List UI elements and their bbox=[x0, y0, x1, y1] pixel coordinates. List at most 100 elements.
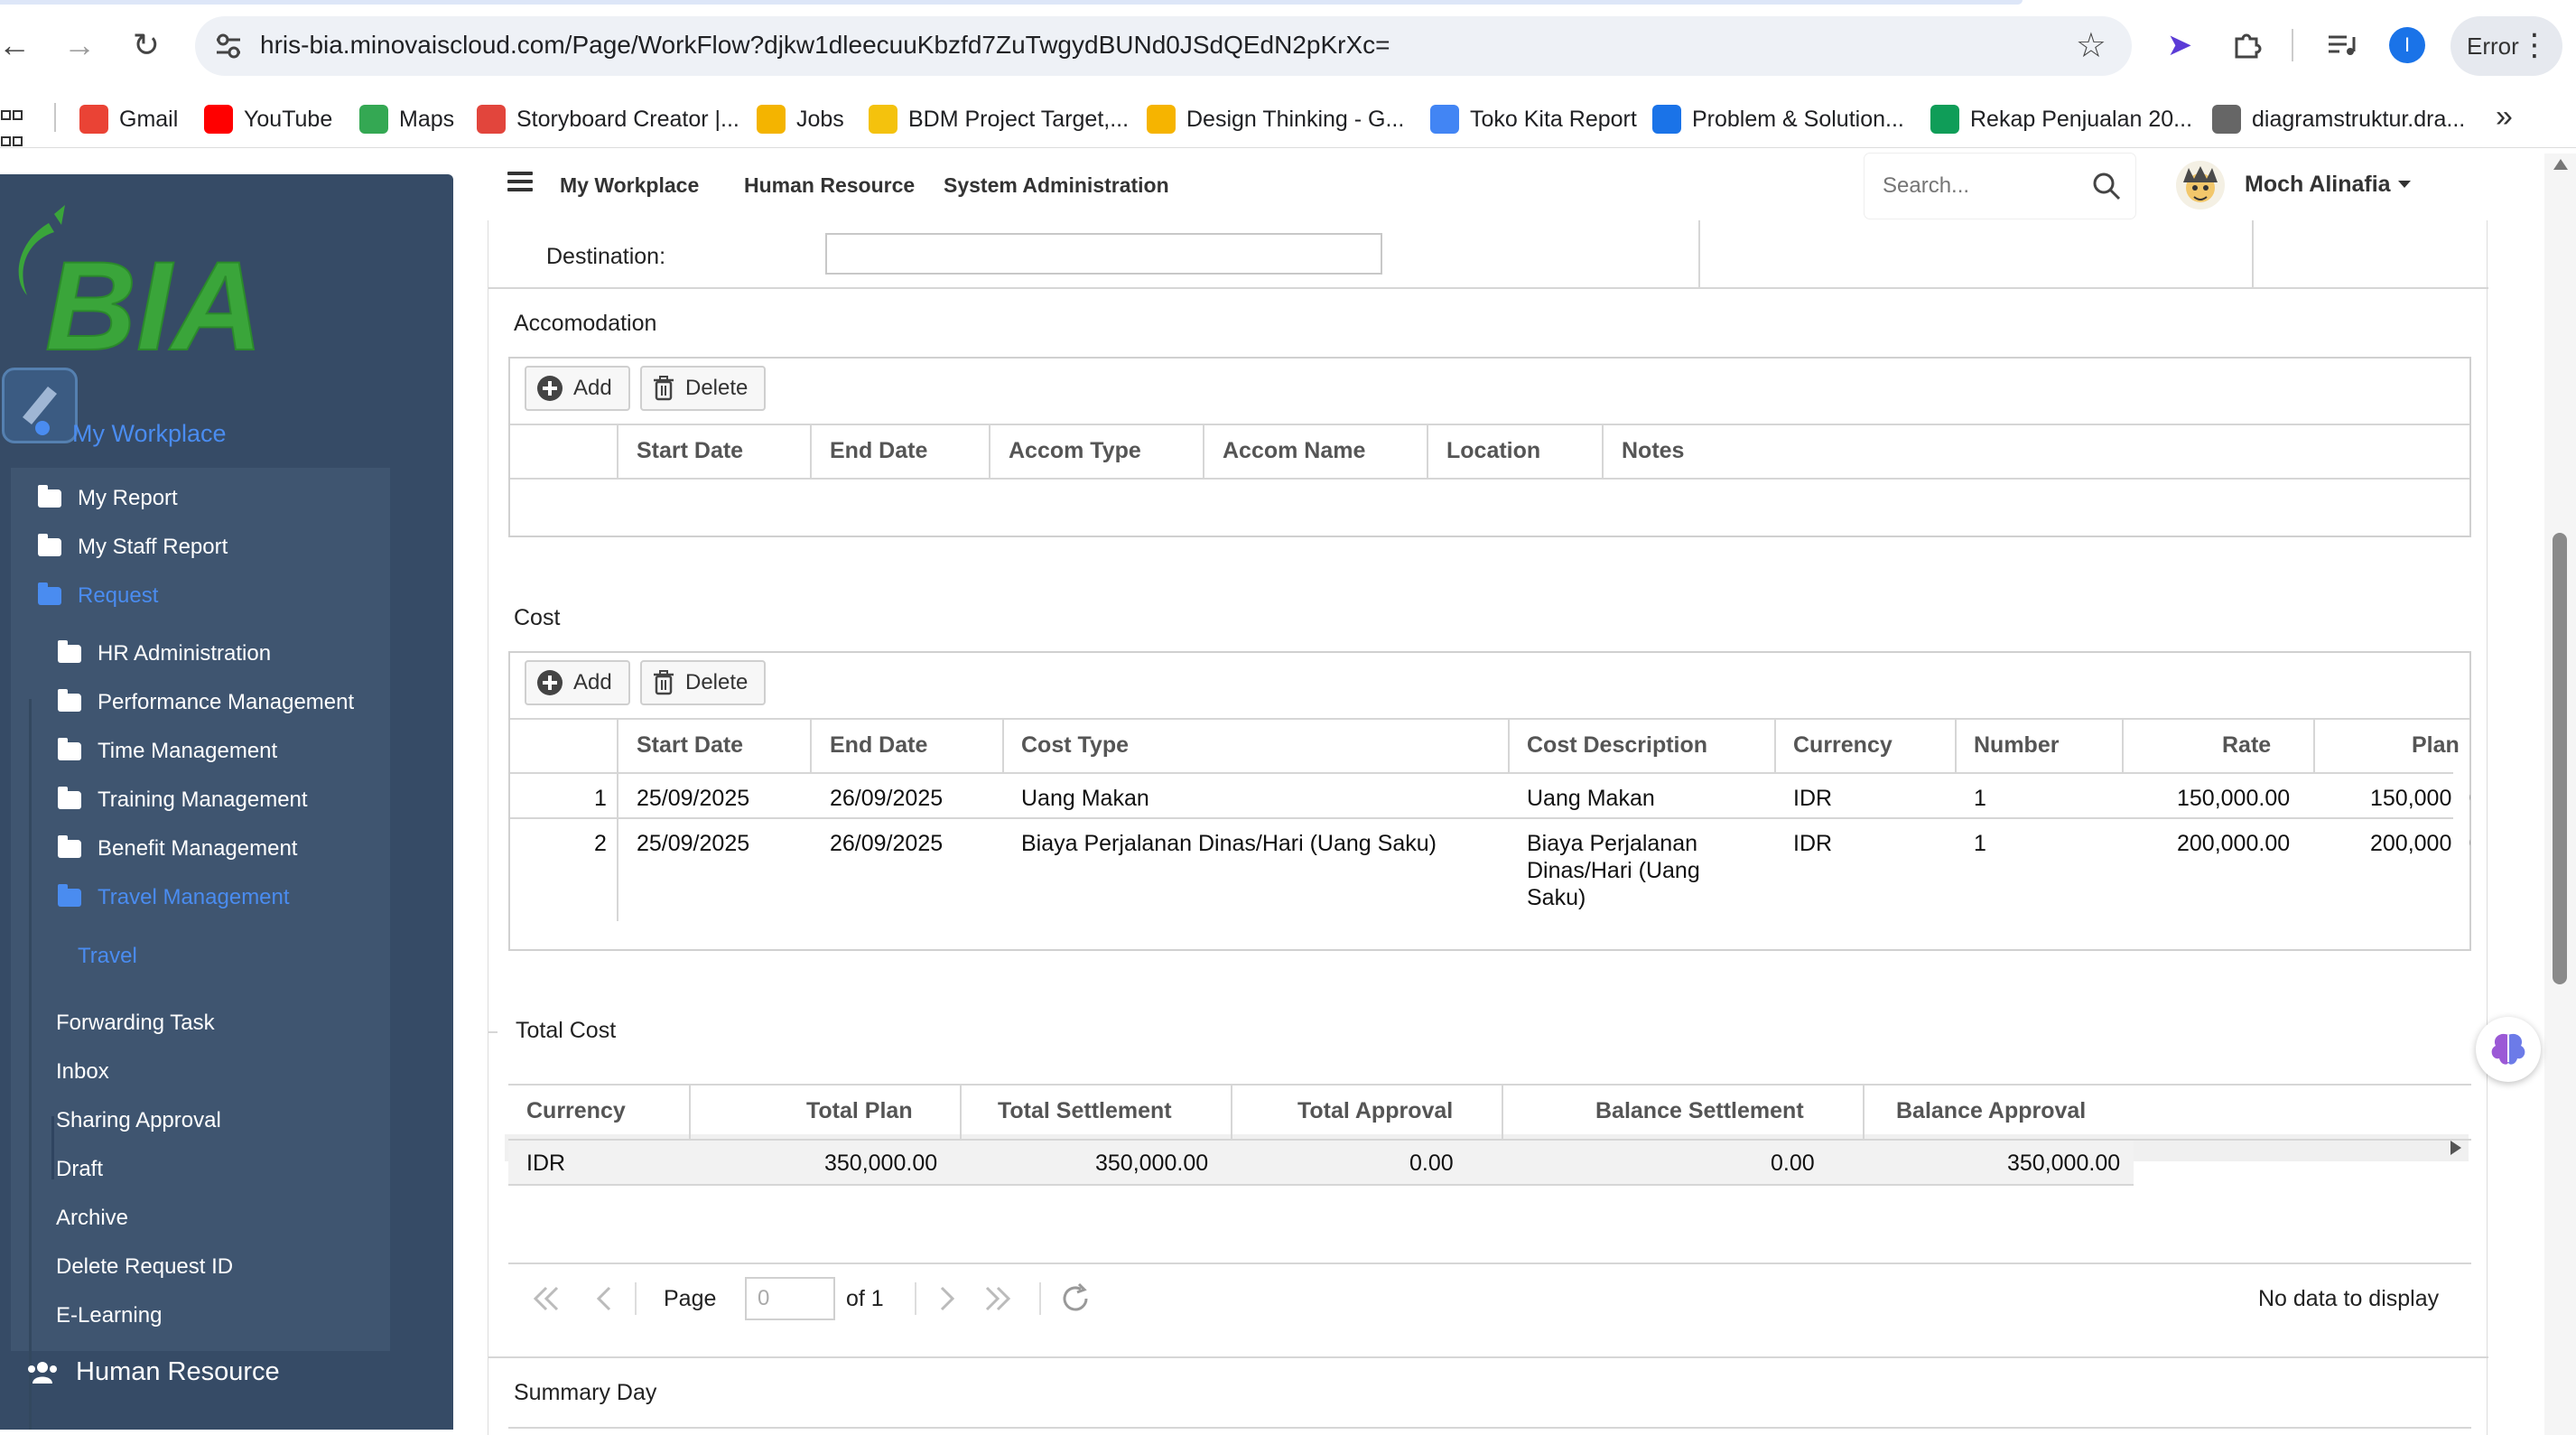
col-header-cost-type[interactable]: Cost Type bbox=[1021, 732, 1129, 759]
forward-icon[interactable]: → bbox=[54, 20, 105, 70]
accommodation-add-button[interactable]: Add bbox=[525, 366, 630, 411]
col-header-start-date[interactable]: Start Date bbox=[637, 732, 743, 759]
sidebar-section-my-workplace[interactable]: My Workplace bbox=[72, 420, 227, 448]
hamburger-menu-icon[interactable] bbox=[507, 172, 533, 193]
bookmark-item[interactable]: Storyboard Creator |... bbox=[477, 99, 739, 139]
destination-field[interactable] bbox=[825, 233, 1382, 275]
bookmark-star-icon[interactable]: ☆ bbox=[2076, 25, 2106, 66]
sidebar-item-forwarding-task[interactable]: Forwarding Task bbox=[56, 1011, 215, 1036]
search-box[interactable] bbox=[1865, 154, 2135, 219]
refresh-icon[interactable] bbox=[1057, 1281, 1093, 1317]
sidebar-item-training-management[interactable]: Training Management bbox=[58, 787, 308, 813]
col-header-number[interactable]: Number bbox=[1974, 732, 2059, 759]
col-header-currency[interactable]: Currency bbox=[526, 1098, 626, 1124]
row-number: 1 bbox=[594, 786, 607, 811]
sidebar-item-my-report[interactable]: My Report bbox=[38, 485, 178, 511]
scroll-right-arrow-icon[interactable] bbox=[2450, 1141, 2461, 1155]
more-bookmarks-icon[interactable]: » bbox=[2496, 99, 2513, 135]
folder-icon bbox=[38, 582, 61, 605]
bookmark-item[interactable]: Rekap Penjualan 20... bbox=[1930, 99, 2192, 139]
section-divider bbox=[488, 1356, 2488, 1358]
bookmark-item[interactable]: diagramstruktur.dra... bbox=[2212, 99, 2465, 139]
col-header-balance-approval[interactable]: Balance Approval bbox=[1896, 1098, 2086, 1124]
last-page-icon[interactable] bbox=[981, 1281, 1018, 1317]
col-header-accom-type[interactable]: Accom Type bbox=[1009, 438, 1141, 464]
scrollbar-thumb[interactable] bbox=[2553, 533, 2567, 984]
app-badge-icon[interactable] bbox=[2, 368, 78, 443]
page-vertical-scrollbar[interactable] bbox=[2544, 154, 2576, 1435]
search-icon[interactable] bbox=[2090, 170, 2123, 202]
nav-my-workplace[interactable]: My Workplace bbox=[560, 173, 699, 198]
user-avatar[interactable] bbox=[2176, 161, 2225, 210]
extensions-puzzle-icon[interactable] bbox=[2223, 22, 2270, 69]
col-header-end-date[interactable]: End Date bbox=[830, 732, 927, 759]
col-header-balance-settlement[interactable]: Balance Settlement bbox=[1595, 1098, 1804, 1124]
sidebar-item-label: HR Administration bbox=[98, 641, 272, 666]
cost-delete-button[interactable]: Delete bbox=[640, 660, 767, 705]
sidebar-item-delete-request-id[interactable]: Delete Request ID bbox=[56, 1254, 233, 1280]
scroll-up-arrow-icon[interactable] bbox=[2553, 159, 2568, 170]
total-cost-row[interactable] bbox=[508, 1141, 2134, 1186]
chevron-down-icon[interactable] bbox=[2398, 181, 2411, 188]
first-page-icon[interactable] bbox=[526, 1281, 563, 1317]
sidebar-item-hr-administration[interactable]: HR Administration bbox=[58, 640, 272, 666]
col-header-total-plan[interactable]: Total Plan bbox=[806, 1098, 913, 1124]
sidebar-item-e-learning[interactable]: E-Learning bbox=[56, 1303, 162, 1328]
col-header-accom-name[interactable]: Accom Name bbox=[1223, 438, 1365, 464]
address-bar[interactable]: hris-bia.minovaiscloud.com/Page/WorkFlow… bbox=[195, 16, 2132, 76]
kebab-menu-icon[interactable]: ⋮ bbox=[2519, 27, 2550, 63]
sidebar-item-inbox[interactable]: Inbox bbox=[56, 1059, 109, 1085]
bookmark-item[interactable]: BDM Project Target,... bbox=[869, 99, 1129, 139]
bookmark-item[interactable]: Design Thinking - G... bbox=[1147, 99, 1404, 139]
bookmark-item[interactable]: Toko Kita Report bbox=[1430, 99, 1637, 139]
profile-avatar[interactable]: I bbox=[2389, 27, 2425, 63]
back-icon[interactable]: ← bbox=[0, 20, 40, 70]
col-header-end-date[interactable]: End Date bbox=[830, 438, 927, 464]
page-number-input[interactable] bbox=[745, 1277, 835, 1320]
bookmark-item[interactable]: YouTube bbox=[204, 99, 332, 139]
search-input[interactable] bbox=[1883, 170, 2072, 202]
cost-title: Cost bbox=[514, 605, 561, 630]
sidebar-section-human-resource[interactable]: Human Resource bbox=[27, 1357, 280, 1387]
assistant-brain-button[interactable] bbox=[2476, 1017, 2541, 1082]
sidebar-item-benefit-management[interactable]: Benefit Management bbox=[58, 835, 297, 862]
sidebar-item-my-staff-report[interactable]: My Staff Report bbox=[38, 534, 228, 560]
col-header-location[interactable]: Location bbox=[1446, 438, 1540, 464]
sidebar-item-time-management[interactable]: Time Management bbox=[58, 738, 277, 764]
previous-page-icon[interactable] bbox=[586, 1281, 622, 1317]
col-header-start-date[interactable]: Start Date bbox=[637, 438, 743, 464]
bookmark-item[interactable]: Problem & Solution... bbox=[1652, 99, 1904, 139]
apps-grid-icon[interactable] bbox=[0, 101, 27, 146]
bookmark-item[interactable]: Gmail bbox=[79, 99, 178, 139]
nav-system-administration[interactable]: System Administration bbox=[944, 173, 1169, 198]
col-header-rate[interactable]: Rate bbox=[2222, 732, 2271, 759]
browser-error-button[interactable]: Error ⋮ bbox=[2450, 16, 2562, 76]
col-header-notes[interactable]: Notes bbox=[1622, 438, 1684, 464]
accommodation-delete-button[interactable]: Delete bbox=[640, 366, 767, 411]
media-queue-icon[interactable] bbox=[2319, 22, 2366, 69]
column-divider bbox=[1955, 718, 1957, 772]
extension-rocket-icon[interactable]: ➤ bbox=[2156, 22, 2203, 69]
sidebar-item-draft[interactable]: Draft bbox=[56, 1157, 103, 1182]
reload-icon[interactable]: ↻ bbox=[121, 20, 172, 70]
user-name[interactable]: Moch Alinafia bbox=[2245, 172, 2391, 198]
sidebar-item-sharing-approval[interactable]: Sharing Approval bbox=[56, 1108, 221, 1133]
sidebar-item-travel[interactable]: Travel bbox=[78, 944, 137, 969]
bookmark-item[interactable]: Jobs bbox=[757, 99, 844, 139]
nav-human-resource[interactable]: Human Resource bbox=[744, 173, 915, 198]
site-settings-icon[interactable] bbox=[211, 29, 246, 63]
url-text[interactable]: hris-bia.minovaiscloud.com/Page/WorkFlow… bbox=[260, 31, 1390, 60]
sidebar-item-travel-management[interactable]: Travel Management bbox=[58, 884, 290, 910]
col-header-plan[interactable]: Plan bbox=[2412, 732, 2460, 759]
col-header-total-approval[interactable]: Total Approval bbox=[1297, 1098, 1453, 1124]
col-header-currency[interactable]: Currency bbox=[1793, 732, 1892, 759]
sidebar-item-performance-management[interactable]: Performance Management bbox=[58, 689, 354, 715]
sidebar-item-request[interactable]: Request bbox=[38, 582, 158, 609]
next-page-icon[interactable] bbox=[929, 1281, 965, 1317]
cost-add-button[interactable]: Add bbox=[525, 660, 630, 705]
bookmark-favicon-icon bbox=[204, 105, 233, 134]
col-header-cost-description[interactable]: Cost Description bbox=[1527, 732, 1707, 759]
bookmark-item[interactable]: Maps bbox=[359, 99, 454, 139]
sidebar-item-archive[interactable]: Archive bbox=[56, 1206, 128, 1231]
col-header-total-settlement[interactable]: Total Settlement bbox=[998, 1098, 1172, 1124]
